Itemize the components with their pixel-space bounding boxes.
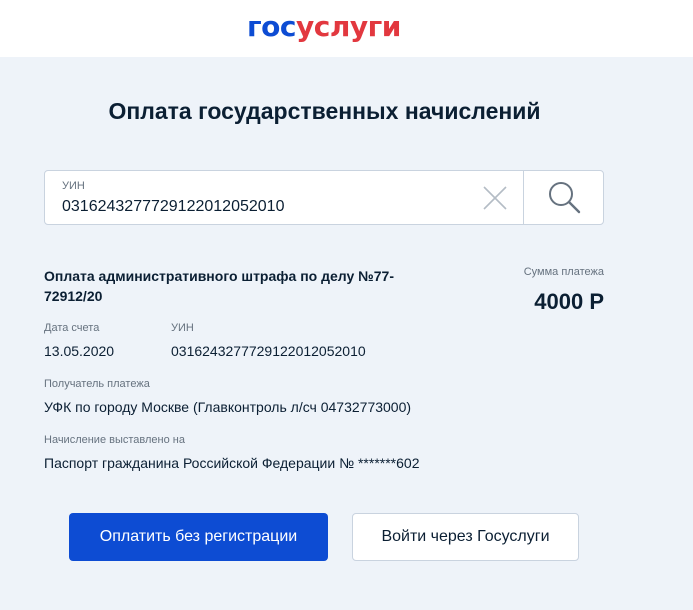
bill-date-label: Дата счета bbox=[44, 322, 100, 334]
recipient-label: Получатель платежа bbox=[44, 378, 150, 390]
issued-to-value: Паспорт гражданина Российской Федерации … bbox=[44, 455, 420, 471]
clear-icon[interactable] bbox=[482, 185, 508, 211]
uin-search-box: УИН bbox=[44, 170, 604, 225]
uin-input[interactable] bbox=[62, 198, 462, 216]
sum-value: 4000 Р bbox=[534, 289, 604, 314]
uin-field-label: УИН bbox=[62, 180, 85, 192]
search-icon bbox=[549, 182, 581, 214]
login-via-gosuslugi-button[interactable]: Войти через Госуслуги bbox=[352, 513, 579, 561]
sum-label: Сумма платежа bbox=[523, 266, 604, 278]
bill-uin-label: УИН bbox=[171, 322, 194, 334]
gosuslugi-logo[interactable]: госуслуги bbox=[247, 10, 401, 44]
bill-date-value: 13.05.2020 bbox=[44, 343, 115, 359]
search-button[interactable] bbox=[524, 171, 604, 224]
page-title: Оплата государственных начислений bbox=[108, 98, 541, 124]
header: госуслуги bbox=[0, 0, 693, 57]
bill-title: Оплата административного штрафа по делу … bbox=[44, 268, 394, 304]
recipient-value: УФК по городу Москве (Главконтроль л/сч … bbox=[44, 399, 412, 415]
pay-without-registration-button[interactable]: Оплатить без регистрации bbox=[69, 513, 328, 561]
logo-part-uslugi: услуги bbox=[295, 10, 401, 43]
logo-part-gos: гос bbox=[247, 10, 296, 43]
issued-to-label: Начисление выставлено на bbox=[44, 434, 185, 446]
bill-uin-value: 0316243277729122012052010 bbox=[171, 343, 366, 359]
